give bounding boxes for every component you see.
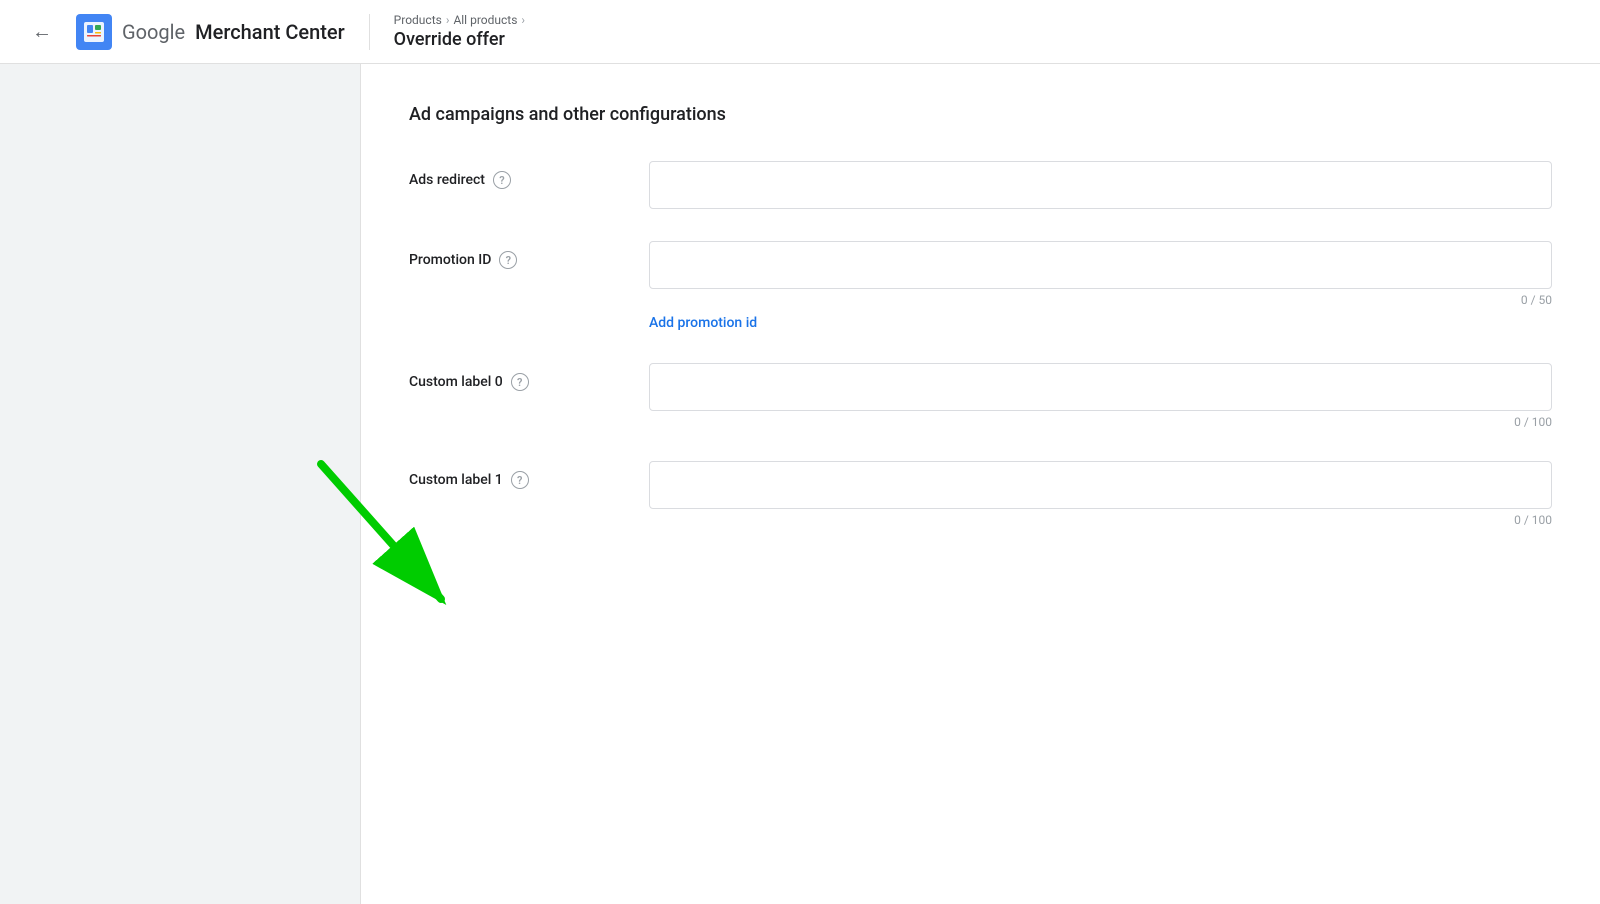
promotion-id-help-icon[interactable]: ? bbox=[499, 251, 517, 269]
custom-label-0-char-count: 0 / 100 bbox=[649, 415, 1552, 429]
ads-redirect-label-group: Ads redirect ? bbox=[409, 161, 609, 189]
sidebar bbox=[0, 64, 360, 904]
chevron-right-icon-1: › bbox=[446, 13, 450, 27]
breadcrumb-top: Products › All products › bbox=[394, 13, 525, 27]
custom-label-1-label-group: Custom label 1 ? bbox=[409, 461, 609, 489]
custom-label-0-help-icon[interactable]: ? bbox=[511, 373, 529, 391]
custom-label-1-help-icon[interactable]: ? bbox=[511, 471, 529, 489]
content-area: Ad campaigns and other configurations Ad… bbox=[360, 64, 1600, 904]
breadcrumb: Products › All products › Override offer bbox=[394, 13, 525, 50]
ads-redirect-row: Ads redirect ? bbox=[409, 161, 1552, 209]
main-layout: Ad campaigns and other configurations Ad… bbox=[0, 64, 1600, 904]
breadcrumb-products[interactable]: Products bbox=[394, 13, 442, 27]
header: ← Google Merchant Center Products › All … bbox=[0, 0, 1600, 64]
custom-label-0-row: Custom label 0 ? 0 / 100 bbox=[409, 363, 1552, 429]
promotion-id-row: Promotion ID ? 0 / 50 Add promotion id bbox=[409, 241, 1552, 331]
section-title: Ad campaigns and other configurations bbox=[409, 104, 1552, 125]
custom-label-0-label: Custom label 0 bbox=[409, 374, 503, 390]
app-name-merchant: Merchant Center bbox=[195, 20, 345, 44]
custom-label-0-field-group: 0 / 100 bbox=[649, 363, 1552, 429]
back-arrow-icon: ← bbox=[32, 19, 52, 44]
ads-redirect-field-group bbox=[649, 161, 1552, 209]
custom-label-1-char-count: 0 / 100 bbox=[649, 513, 1552, 527]
custom-label-1-label: Custom label 1 bbox=[409, 472, 503, 488]
app-name-google: Google bbox=[122, 20, 185, 44]
promotion-id-field-group: 0 / 50 Add promotion id bbox=[649, 241, 1552, 331]
back-button[interactable]: ← bbox=[24, 14, 60, 50]
ads-redirect-help-icon[interactable]: ? bbox=[493, 171, 511, 189]
custom-label-1-field-group: 0 / 100 bbox=[649, 461, 1552, 527]
promotion-id-label: Promotion ID bbox=[409, 252, 491, 268]
ads-redirect-label: Ads redirect bbox=[409, 172, 485, 188]
custom-label-1-input[interactable] bbox=[649, 461, 1552, 509]
promotion-id-input[interactable] bbox=[649, 241, 1552, 289]
app-logo: Google Merchant Center bbox=[76, 14, 345, 50]
promotion-id-label-group: Promotion ID ? bbox=[409, 241, 609, 269]
logo-icon bbox=[76, 14, 112, 50]
header-divider bbox=[369, 14, 370, 50]
custom-label-0-input[interactable] bbox=[649, 363, 1552, 411]
custom-label-0-label-group: Custom label 0 ? bbox=[409, 363, 609, 391]
custom-label-1-row: Custom label 1 ? 0 / 100 bbox=[409, 461, 1552, 527]
chevron-right-icon-2: › bbox=[521, 13, 525, 27]
breadcrumb-all-products[interactable]: All products bbox=[453, 13, 517, 27]
page-title: Override offer bbox=[394, 29, 525, 50]
ads-redirect-input[interactable] bbox=[649, 161, 1552, 209]
add-promotion-id-link[interactable]: Add promotion id bbox=[649, 315, 757, 331]
promotion-id-char-count: 0 / 50 bbox=[649, 293, 1552, 307]
